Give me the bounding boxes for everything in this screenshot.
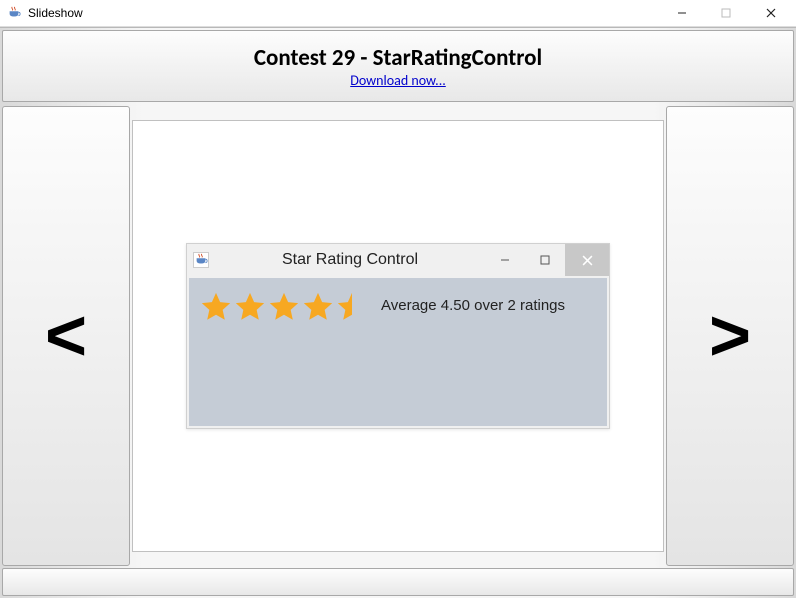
- maximize-button: [704, 0, 748, 26]
- slide-area: Star Rating Control: [132, 120, 664, 552]
- download-link[interactable]: Download now...: [350, 72, 446, 89]
- inner-content: Average 4.50 over 2 ratings: [189, 278, 607, 426]
- prev-button[interactable]: <: [2, 106, 130, 566]
- header-panel: Contest 29 - StarRatingControl Download …: [2, 30, 794, 102]
- slide-row: < Star Rating Control: [0, 104, 796, 568]
- java-icon: [6, 5, 22, 21]
- inner-minimize-button[interactable]: [485, 244, 525, 276]
- star-icon: [233, 290, 267, 324]
- close-button[interactable]: [748, 0, 794, 26]
- inner-window: Star Rating Control: [186, 243, 610, 429]
- footer-panel: [2, 568, 794, 596]
- minimize-button[interactable]: [660, 0, 704, 26]
- window-controls: [660, 0, 794, 26]
- java-icon: [193, 252, 209, 268]
- star-icon: [301, 290, 335, 324]
- app-body: Contest 29 - StarRatingControl Download …: [0, 27, 796, 598]
- star-icon: [267, 290, 301, 324]
- window-title: Slideshow: [28, 6, 660, 20]
- inner-close-button[interactable]: [565, 244, 609, 276]
- star-rating[interactable]: [199, 290, 369, 324]
- inner-titlebar: Star Rating Control: [187, 244, 609, 276]
- next-button[interactable]: >: [666, 106, 794, 566]
- window-titlebar: Slideshow: [0, 0, 796, 27]
- inner-window-title: Star Rating Control: [215, 251, 485, 269]
- contest-title: Contest 29 - StarRatingControl: [254, 44, 542, 72]
- rating-text: Average 4.50 over 2 ratings: [381, 290, 565, 314]
- inner-maximize-button[interactable]: [525, 244, 565, 276]
- star-half-icon: [335, 290, 369, 324]
- star-icon: [199, 290, 233, 324]
- inner-window-controls: [485, 244, 609, 276]
